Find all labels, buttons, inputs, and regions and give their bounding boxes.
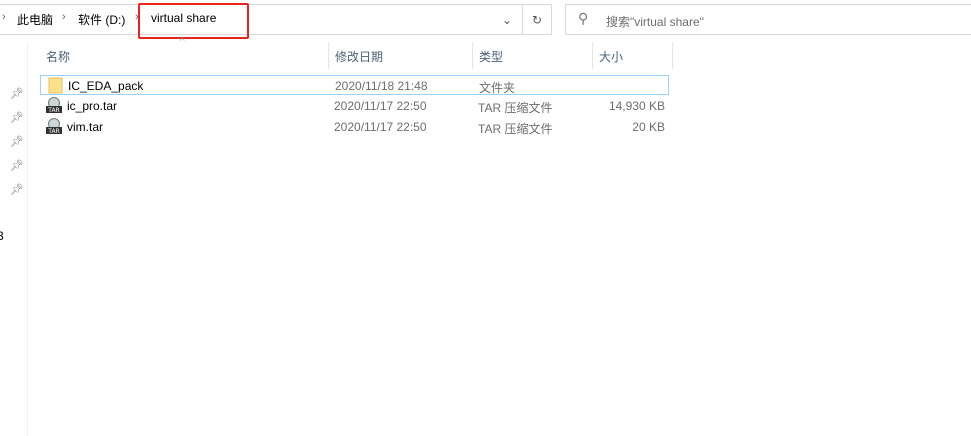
pin-icon[interactable]: 📌︎ xyxy=(10,183,24,196)
pin-icon[interactable]: 📌︎ xyxy=(10,87,24,100)
file-name: IC_EDA_pack xyxy=(68,79,144,93)
column-divider xyxy=(328,42,329,69)
nav-item-partial[interactable]: 3 xyxy=(0,229,4,243)
file-date: 2020/11/18 21:48 xyxy=(335,79,428,93)
pin-icon[interactable]: 📌︎ xyxy=(10,135,24,148)
file-type: TAR 压缩文件 xyxy=(478,122,553,136)
column-divider xyxy=(472,42,473,69)
svg-text:TAR: TAR xyxy=(47,128,59,135)
highlight-box xyxy=(138,3,249,39)
breadcrumb-drive-d[interactable]: 软件 (D:) xyxy=(78,11,125,28)
refresh-button[interactable]: ↻ xyxy=(522,4,552,35)
file-name: ic_pro.tar xyxy=(67,99,118,113)
chevron-right-icon: › xyxy=(2,11,6,23)
column-header-date[interactable]: 修改日期 xyxy=(335,48,383,65)
file-type: 文件夹 xyxy=(479,81,516,95)
tar-icon: TAR xyxy=(46,97,62,114)
search-icon: ⚲ xyxy=(578,10,589,26)
column-divider xyxy=(672,42,673,69)
refresh-icon: ↻ xyxy=(531,12,543,27)
chevron-right-icon: › xyxy=(62,11,66,23)
file-size: 14,930 KB xyxy=(608,99,665,113)
file-date: 2020/11/17 22:50 xyxy=(334,120,427,134)
search-box[interactable]: ⚲ 搜索"virtual share" xyxy=(565,4,971,35)
tar-icon: TAR xyxy=(46,118,62,135)
sort-ascending-icon: ^ xyxy=(180,36,185,47)
breadcrumb-this-pc[interactable]: 此电脑 xyxy=(17,11,53,28)
file-name: vim.tar xyxy=(67,120,103,134)
column-header-name[interactable]: 名称 xyxy=(46,48,70,65)
file-row[interactable]: TAR vim.tar 2020/11/17 22:50 TAR 压缩文件 20… xyxy=(40,117,669,137)
file-type: TAR 压缩文件 xyxy=(478,101,553,115)
chevron-down-icon: ⌄ xyxy=(501,12,513,27)
pin-icon[interactable]: 📌︎ xyxy=(10,159,24,172)
column-header-type[interactable]: 类型 xyxy=(479,48,503,65)
column-divider xyxy=(592,42,593,69)
column-header-size[interactable]: 大小 xyxy=(599,48,623,65)
svg-text:TAR: TAR xyxy=(47,107,59,114)
file-row[interactable]: TAR ic_pro.tar 2020/11/17 22:50 TAR 压缩文件… xyxy=(40,96,669,116)
file-row[interactable]: IC_EDA_pack 2020/11/18 21:48 文件夹 xyxy=(40,75,669,95)
file-size: 20 KB xyxy=(632,120,665,134)
search-input[interactable]: 搜索"virtual share" xyxy=(606,13,704,30)
file-date: 2020/11/17 22:50 xyxy=(334,99,427,113)
pin-icon[interactable]: 📌︎ xyxy=(10,111,24,124)
folder-icon xyxy=(48,77,63,94)
nav-pane-divider xyxy=(27,42,28,436)
address-dropdown-button[interactable]: ⌄ xyxy=(490,4,524,35)
